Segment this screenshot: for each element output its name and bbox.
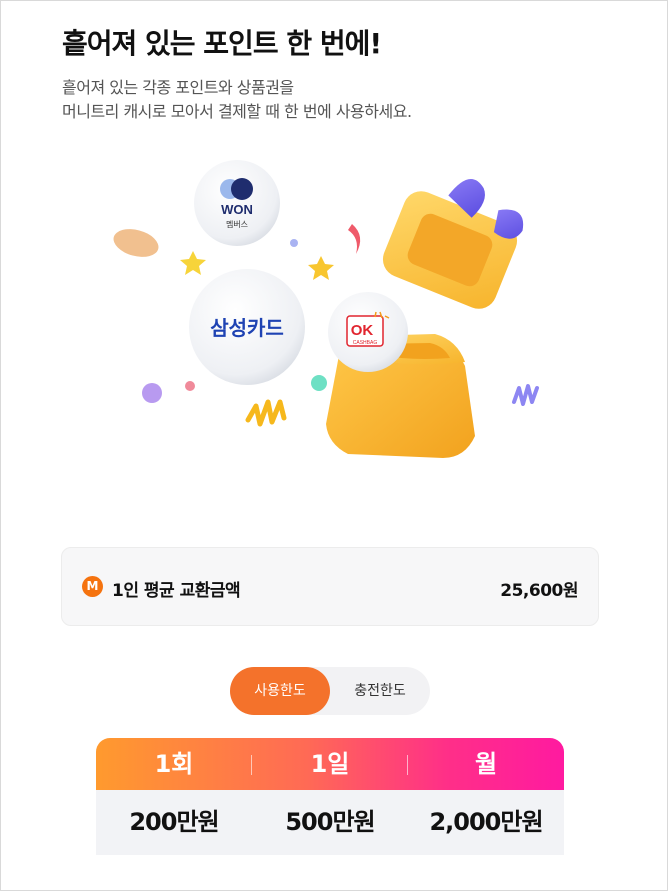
decor-orb [311,375,327,391]
limit-table-body: 200만원 500만원 2,000만원 [96,790,564,855]
limit-table-header: 1회 1일 월 [96,738,564,790]
ok-logo-text: OK [351,322,374,339]
charge-limit-tab[interactable]: 충전한도 [330,667,430,715]
usage-limit-tab[interactable]: 사용한도 [230,667,330,715]
per-day-header: 1일 [310,750,350,778]
average-exchange-value: 25,600원 [500,581,578,601]
limit-type-toggle: 사용한도 충전한도 [230,667,430,715]
description-line-2: 머니트리 캐시로 모아서 결제할 때 한 번에 사용하세요. [62,102,412,121]
decor-disc [113,229,159,257]
per-month-value: 2,000만원 [429,808,543,836]
decor-squiggle [512,384,539,406]
samsung-card-coin: 삼성카드 [189,269,305,385]
won-logo-text: WON [221,202,253,217]
ok-cashbag-coin: OK CASHBAG [328,292,408,372]
per-transaction-header: 1회 [154,750,194,778]
page-description: 흩어져 있는 각종 포인트와 상품권을 머니트리 캐시로 모아서 결제할 때 한… [62,76,412,124]
average-exchange-label: 1인 평균 교환금액 [112,581,241,601]
ok-logo-subtext: CASHBAG [353,340,378,346]
per-day-value: 500만원 [285,808,375,836]
page-title: 흩어져 있는 포인트 한 번에! [62,27,382,60]
per-transaction-value: 200만원 [129,808,219,836]
average-exchange-card: M 1인 평균 교환금액 25,600원 [61,547,599,626]
won-logo-subtext: 멤버스 [226,219,248,229]
star-icon [180,251,206,275]
description-line-1: 흩어져 있는 각종 포인트와 상품권을 [62,78,294,97]
decor-dot [185,381,195,391]
decor-dot [290,239,298,247]
won-members-coin: WON 멤버스 [194,160,280,246]
gift-box-lid [382,179,524,309]
decor-orb [142,383,162,403]
star-icon [308,256,334,280]
samsung-card-logo: 삼성카드 [210,316,284,340]
limit-table: 1회 1일 월 200만원 500만원 2,000만원 [96,738,564,855]
per-month-header: 월 [474,750,498,778]
decor-crescent [348,224,361,254]
decor-squiggle [245,399,287,427]
hero-illustration: WON 멤버스 삼성카드 OK CASHBAG [113,160,539,458]
m-badge-icon: M [82,576,103,597]
